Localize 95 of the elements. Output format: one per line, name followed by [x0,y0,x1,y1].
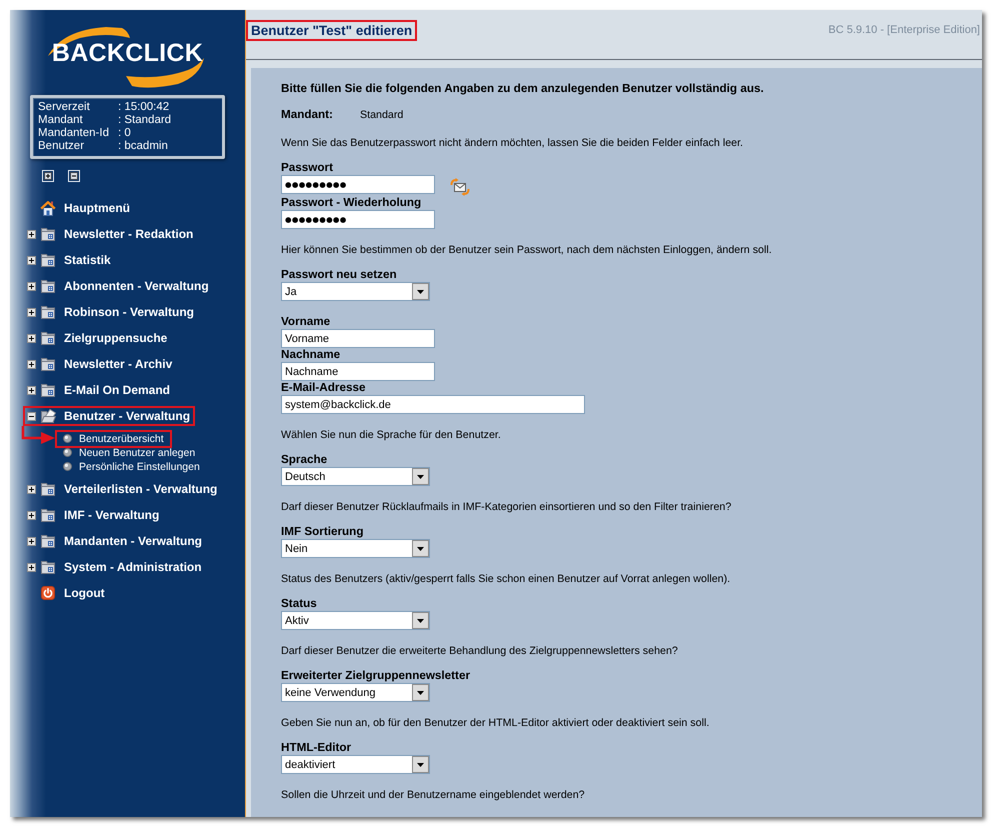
hint-text: Sollen die Uhrzeit und der Benutzername eingeblendet werden? [281,788,586,802]
caret-icon [412,612,429,629]
submenu-item[interactable]: Neuen Benutzer anlegen [57,446,202,460]
plus-icon[interactable] [27,484,36,494]
select-field[interactable]: keine Verwendung [281,683,430,702]
field-label: Sprache [281,453,328,467]
hint-text: Darf dieser Benutzer Rücklaufmails in IMF-Kategorien einsortieren und so den Filter trainieren? [281,500,732,514]
intro-text: Bitte füllen Sie die folgenden Angaben zu dem anzulegenden Benutzer vollständig aus. [281,82,765,96]
field-label: Passwort - Wiederholung [281,196,422,210]
menu-item[interactable]: System - Administration [25,559,205,575]
field-label: E-Mail-Adresse [281,381,366,395]
info-value: : 0 [118,127,131,140]
hint-text: Status des Benutzers (aktiv/gesperrt falls Sie schon einen Benutzer auf Vorrat anlegen wollen). [281,572,732,586]
power-icon [41,586,55,600]
field-label: HTML-Editor [281,741,352,755]
hint-text: Hier können Sie bestimmen ob der Benutzer sein Passwort, nach dem nächsten Einloggen, ändern soll. [281,243,773,257]
logo: BACKCLICK [10,18,245,88]
menu-item[interactable]: Hauptmenü [25,200,133,216]
folder-icon [40,382,56,398]
select-field[interactable]: Nein [281,539,430,558]
menu-item[interactable]: Logout [25,585,108,601]
plus-icon[interactable] [27,334,36,342]
menu-item[interactable]: Newsletter - Archiv [25,356,176,372]
menu-item[interactable]: E-Mail On Demand [25,382,174,398]
submenu-item[interactable]: Persönliche Einstellungen [57,460,206,474]
bullet-icon [63,462,72,471]
caret-icon [412,756,429,773]
info-value: : 15:00:42 [118,101,170,114]
plus-icon[interactable] [27,308,36,316]
menu-item[interactable]: Verteilerlisten - Verwaltung [25,481,220,497]
info-label: Serverzeit [38,101,91,114]
info-value: : Standard [118,114,172,127]
menu-item[interactable]: IMF - Verwaltung [25,507,162,523]
text-field[interactable]: Vorname [281,329,435,348]
plus-icon[interactable] [27,536,36,546]
field-label: Mandant: [281,108,334,122]
text-field[interactable]: Nachname [281,362,435,381]
plus-icon[interactable] [27,282,36,290]
folder-icon [40,559,56,575]
folder-icon [40,356,56,372]
hint-text: Wählen Sie nun die Sprache für den Benutzer. [281,428,502,442]
plus-icon[interactable] [27,360,36,368]
info-label: Mandant [38,114,84,127]
caret-icon [412,283,429,300]
field-label: Nachname [281,348,342,362]
field-label: Passwort [281,161,334,175]
open-folder-icon [40,408,56,424]
folder-icon [40,226,56,242]
minus-icon[interactable] [27,412,36,420]
plus-icon[interactable] [27,510,36,520]
info-label: Mandanten-Id [38,127,110,140]
folder-icon [40,252,56,268]
field-label: Status [281,597,318,611]
folder-icon [40,481,56,497]
caret-icon [412,540,429,557]
field-label: Erweiterter Zielgruppennewsletter [281,669,471,683]
bullet-icon [63,434,72,443]
house-icon [40,200,56,216]
version-label: BC 5.9.10 - [Enterprise Edition] [828,23,980,38]
folder-icon [40,533,56,549]
field-label: IMF Sortierung [281,525,364,539]
info-value: : bcadmin [118,140,168,153]
envelope-arrows-icon[interactable] [450,178,470,196]
plus-icon[interactable] [27,256,36,264]
plus-icon[interactable] [27,386,36,394]
caret-icon [412,468,429,485]
plus-icon[interactable] [27,562,36,572]
folder-icon [40,304,56,320]
hint-text: Darf dieser Benutzer die erweiterte Behandlung des Zielgruppennewsletters sehen? [281,644,679,658]
menu-item[interactable]: Robinson - Verwaltung [25,304,198,320]
hint-text: Geben Sie nun an, ob für den Benutzer der HTML-Editor aktiviert oder deaktiviert sein soll. [281,716,710,730]
folder-icon [40,330,56,346]
hint-text: Wenn Sie das Benutzerpasswort nicht ändern möchten, lassen Sie die beiden Felder einfach leer. [281,136,744,150]
submenu-item[interactable]: Benutzerübersicht [55,430,172,448]
select-field[interactable]: Aktiv [281,611,430,630]
field-label: Passwort neu setzen [281,268,398,282]
bullet-icon [63,448,72,457]
folder-icon [40,278,56,294]
menu-item[interactable]: Benutzer - Verwaltung [23,406,196,426]
select-field[interactable]: Ja [281,282,430,301]
menu-item[interactable]: Statistik [25,252,114,268]
info-label: Benutzer [38,140,86,153]
caret-icon [412,684,429,701]
plus-icon[interactable] [27,230,36,238]
folder-icon [40,507,56,523]
field-value: Standard [360,108,404,122]
field-label: Vorname [281,315,332,329]
menu-item[interactable]: Zielgruppensuche [25,330,170,346]
select-field[interactable]: deaktiviert [281,755,430,774]
menu-item[interactable]: Newsletter - Redaktion [25,226,196,242]
menu-item[interactable]: Abonnenten - Verwaltung [25,278,212,294]
menu-item[interactable]: Mandanten - Verwaltung [25,533,206,549]
page-title: Benutzer "Test" editieren [246,20,418,41]
select-field[interactable]: Deutsch [281,467,430,486]
email-field[interactable]: system@backclick.de [281,395,585,414]
